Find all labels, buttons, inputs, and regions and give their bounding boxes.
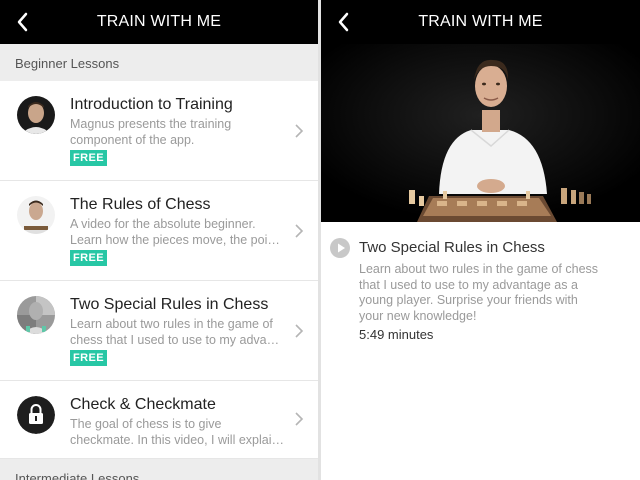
video-description: Learn about two rules in the game of che… (359, 262, 599, 323)
avatar (17, 96, 55, 134)
video-frame-image (321, 44, 640, 222)
page-title: TRAIN WITH ME (96, 13, 222, 30)
avatar (17, 296, 55, 334)
lesson-item-introduction[interactable]: Introduction to Training Magnus presents… (0, 81, 318, 181)
lesson-title: Two Special Rules in Chess (70, 296, 269, 313)
play-icon[interactable] (330, 238, 350, 258)
page-title: TRAIN WITH ME (418, 13, 543, 30)
lock-icon (17, 396, 55, 434)
video-duration: 5:49 minutes (359, 327, 434, 342)
chevron-right-icon (295, 124, 304, 138)
lesson-list-screen: TRAIN WITH ME Beginner Lessons Introduct… (0, 0, 318, 480)
lesson-item-rules-of-chess[interactable]: The Rules of Chess A video for the absol… (0, 181, 318, 281)
avatar (17, 196, 55, 234)
chevron-right-icon (295, 324, 304, 338)
lesson-item-check-and-checkmate[interactable]: Check & Checkmate The goal of chess is t… (0, 381, 318, 459)
top-bar: TRAIN WITH ME (321, 0, 640, 44)
lesson-description: Magnus presents the training component o… (70, 117, 232, 147)
lesson-description: A video for the absolute beginner. Learn… (70, 217, 280, 247)
free-badge: FREE (70, 150, 107, 166)
chevron-right-icon (295, 412, 304, 426)
lesson-description: Learn about two rules in the game of che… (70, 317, 280, 347)
free-badge: FREE (70, 350, 107, 366)
top-bar: TRAIN WITH ME (0, 0, 318, 44)
video-detail-screen: TRAIN WITH ME Two Special Rules in Chess… (321, 0, 640, 480)
lesson-title: The Rules of Chess (70, 196, 211, 213)
lesson-item-two-special-rules[interactable]: Two Special Rules in Chess Learn about t… (0, 281, 318, 381)
free-badge: FREE (70, 250, 107, 266)
section-header-intermediate: Intermediate Lessons (0, 459, 318, 480)
section-header-beginner: Beginner Lessons (0, 44, 318, 81)
video-title: Two Special Rules in Chess (359, 239, 545, 256)
lesson-title: Introduction to Training (70, 96, 233, 113)
lesson-description: The goal of chess is to give checkmate. … (70, 417, 284, 447)
lesson-title: Check & Checkmate (70, 396, 216, 413)
chevron-right-icon (295, 224, 304, 238)
video-player[interactable] (321, 44, 640, 222)
